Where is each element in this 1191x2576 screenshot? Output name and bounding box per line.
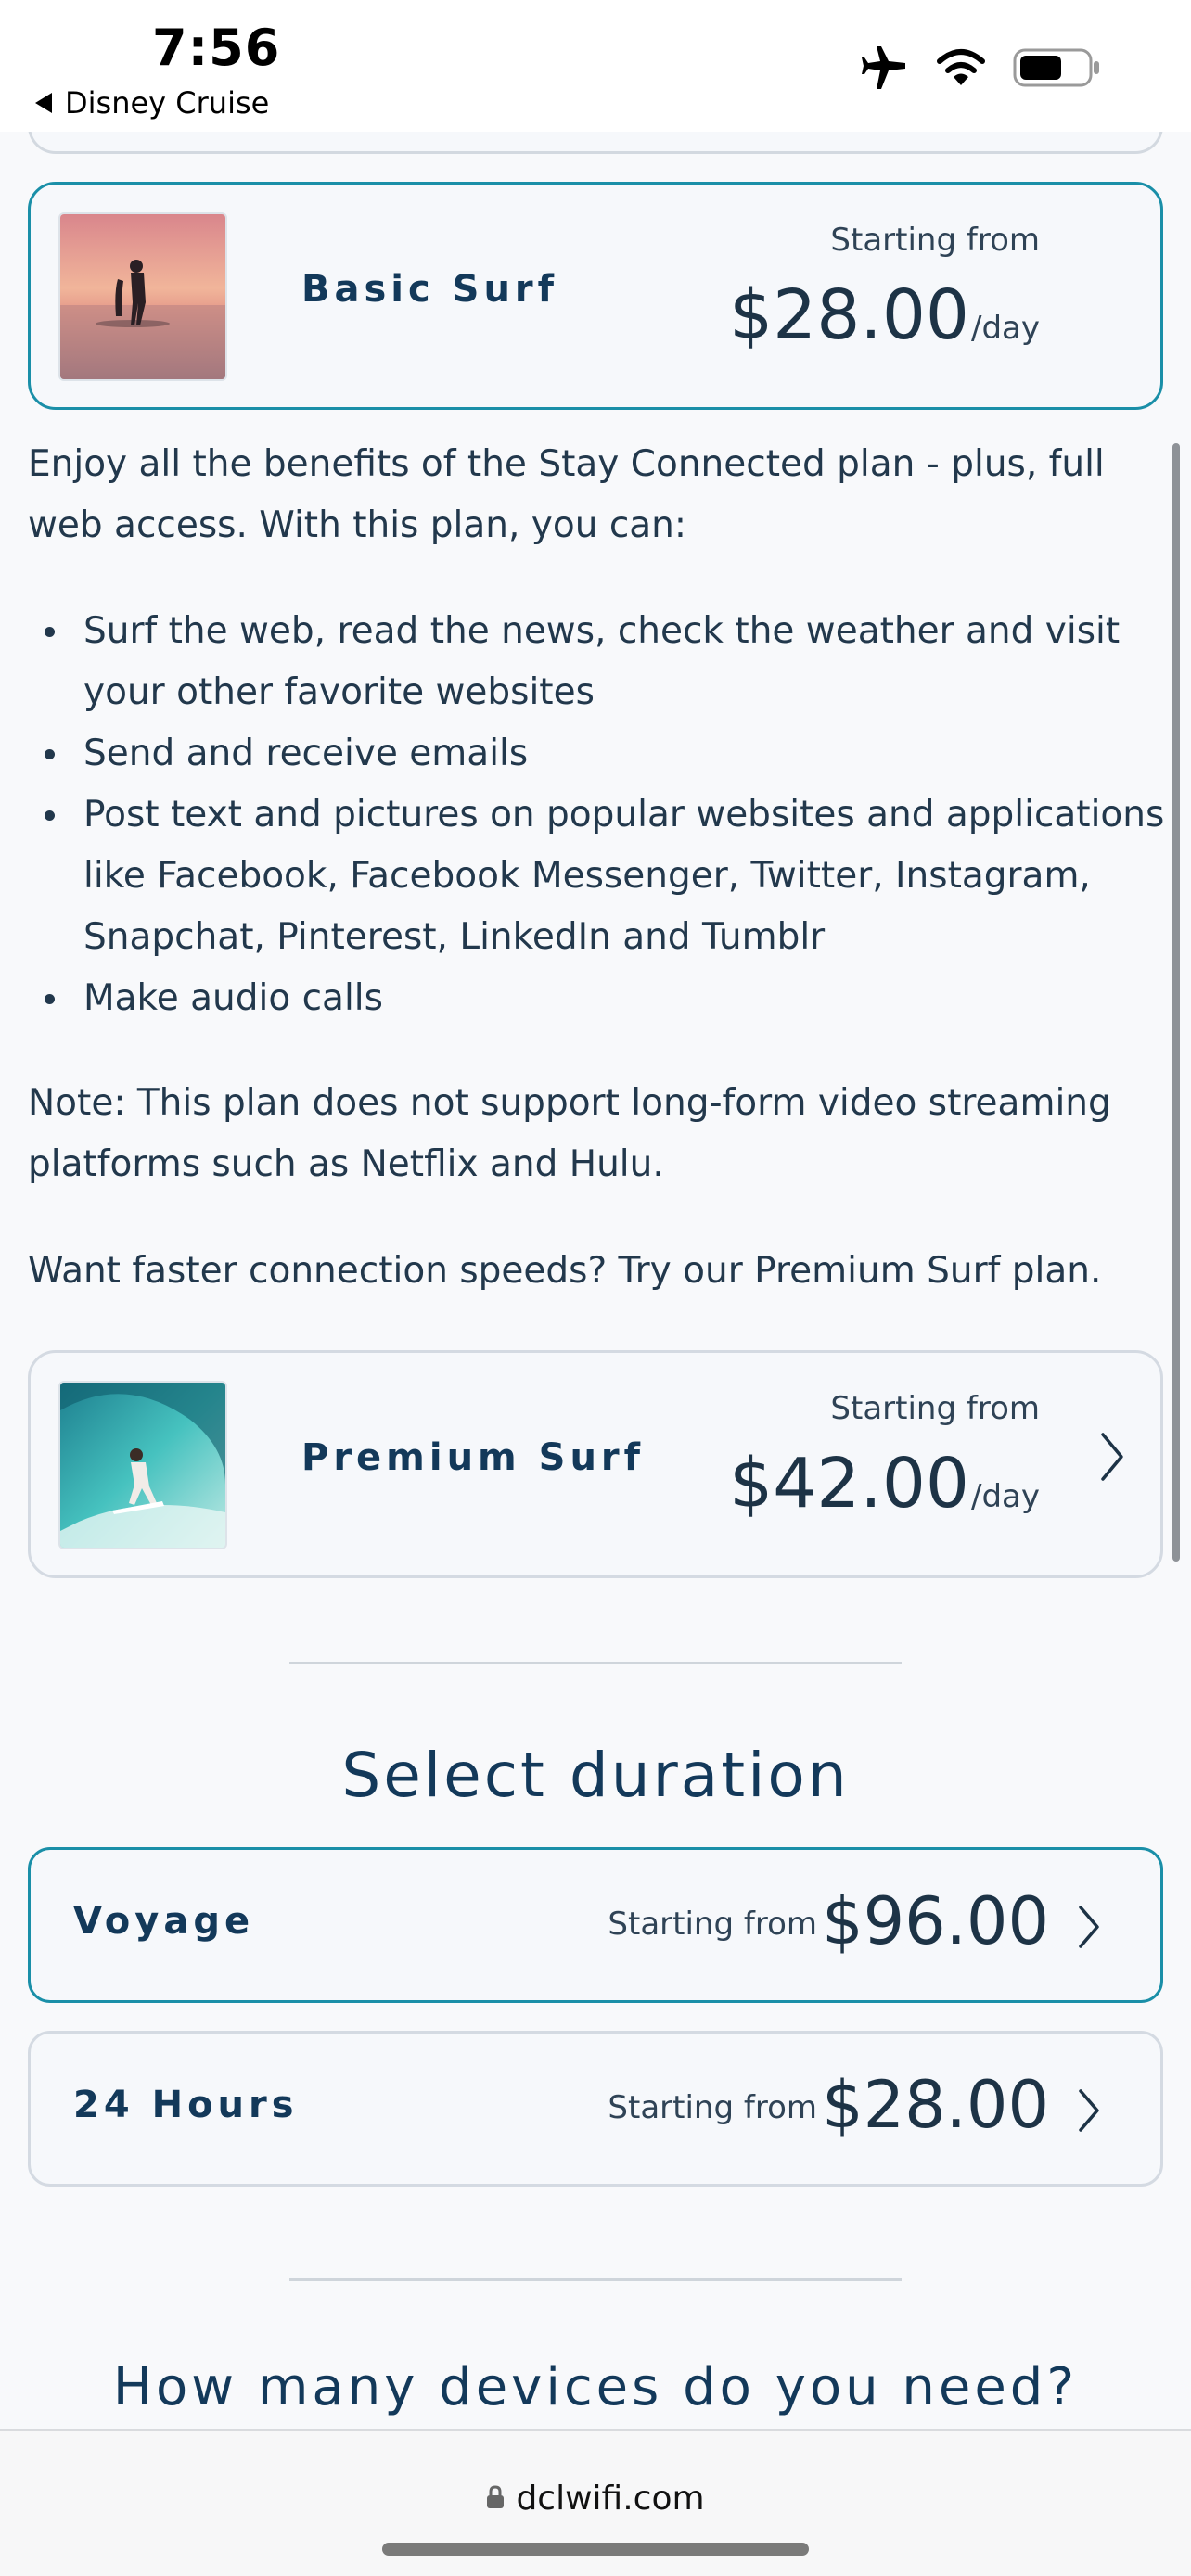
plan-name: Premium Surf xyxy=(301,1436,646,1479)
url-text: dclwifi.com xyxy=(516,2480,705,2518)
plan-card-premium-surf[interactable]: Premium Surf Starting from $42.00 /day xyxy=(28,1350,1163,1578)
plan-note-text: Note: This plan does not support long-fo… xyxy=(28,1082,1111,1185)
premium-surf-thumbnail xyxy=(58,1381,227,1549)
wifi-icon xyxy=(935,48,987,91)
price-unit: /day xyxy=(971,310,1040,347)
status-icons xyxy=(833,45,1102,95)
devices-title: How many devices do you need? xyxy=(112,2357,1079,2417)
chevron-right-icon xyxy=(1077,1904,1101,1954)
upsell-text: Want faster connection speeds? Try our P… xyxy=(28,1250,1102,1292)
back-app-label: Disney Cruise xyxy=(65,85,270,121)
browser-bottom-bar: dclwifi.com xyxy=(0,2429,1191,2576)
list-item: Post text and pictures on popular websit… xyxy=(28,784,1169,968)
chevron-right-icon xyxy=(1077,2087,1101,2137)
back-to-app-button[interactable]: Disney Cruise xyxy=(35,85,269,121)
battery-icon xyxy=(1013,48,1102,91)
duration-title: Select duration xyxy=(341,1740,850,1811)
starting-from-label: Starting from xyxy=(608,2089,817,2126)
duration-option-voyage[interactable]: Voyage Starting from $96.00 xyxy=(28,1847,1163,2003)
plan-card-basic-surf[interactable]: Basic Surf Starting from $28.00 /day xyxy=(28,182,1163,410)
section-divider xyxy=(289,1662,902,1664)
plan-price: $28.00 /day xyxy=(729,275,1040,355)
plan-intro-text: Enjoy all the benefits of the Stay Conne… xyxy=(28,443,1105,546)
duration-price: $28.00 xyxy=(822,2067,1049,2143)
duration-option-24-hours[interactable]: 24 Hours Starting from $28.00 xyxy=(28,2031,1163,2187)
address-bar[interactable]: dclwifi.com xyxy=(0,2480,1191,2518)
plan-name: Basic Surf xyxy=(301,268,559,311)
starting-from-label: Starting from xyxy=(830,222,1040,259)
status-bar: 7:56 Disney Cruise xyxy=(0,0,1191,132)
clock: 7:56 xyxy=(152,19,281,77)
price-unit: /day xyxy=(971,1478,1040,1515)
plan-price: $42.00 /day xyxy=(729,1444,1040,1524)
price-amount: $42.00 xyxy=(729,1444,969,1524)
lock-icon xyxy=(486,2480,505,2518)
list-item: Surf the web, read the news, check the w… xyxy=(28,601,1169,723)
feature-list: Surf the web, read the news, check the w… xyxy=(28,601,1169,1029)
scrollbar[interactable] xyxy=(1172,443,1180,1562)
starting-from-label: Starting from xyxy=(608,1906,817,1943)
chevron-right-icon xyxy=(1097,1431,1125,1486)
list-item: Make audio calls xyxy=(28,968,1169,1029)
section-divider xyxy=(289,2278,902,2281)
price-amount: $28.00 xyxy=(729,275,969,355)
basic-surf-thumbnail xyxy=(58,212,227,381)
duration-label: Voyage xyxy=(73,1900,255,1943)
airplane-icon xyxy=(859,45,909,95)
starting-from-label: Starting from xyxy=(830,1390,1040,1427)
back-arrow-icon xyxy=(35,93,52,113)
list-item: Send and receive emails xyxy=(28,723,1169,784)
duration-price: $96.00 xyxy=(822,1883,1049,1959)
home-indicator[interactable] xyxy=(382,2543,809,2556)
page-content: Basic Surf Starting from $28.00 /day Enj… xyxy=(0,0,1191,2429)
duration-label: 24 Hours xyxy=(73,2084,299,2126)
